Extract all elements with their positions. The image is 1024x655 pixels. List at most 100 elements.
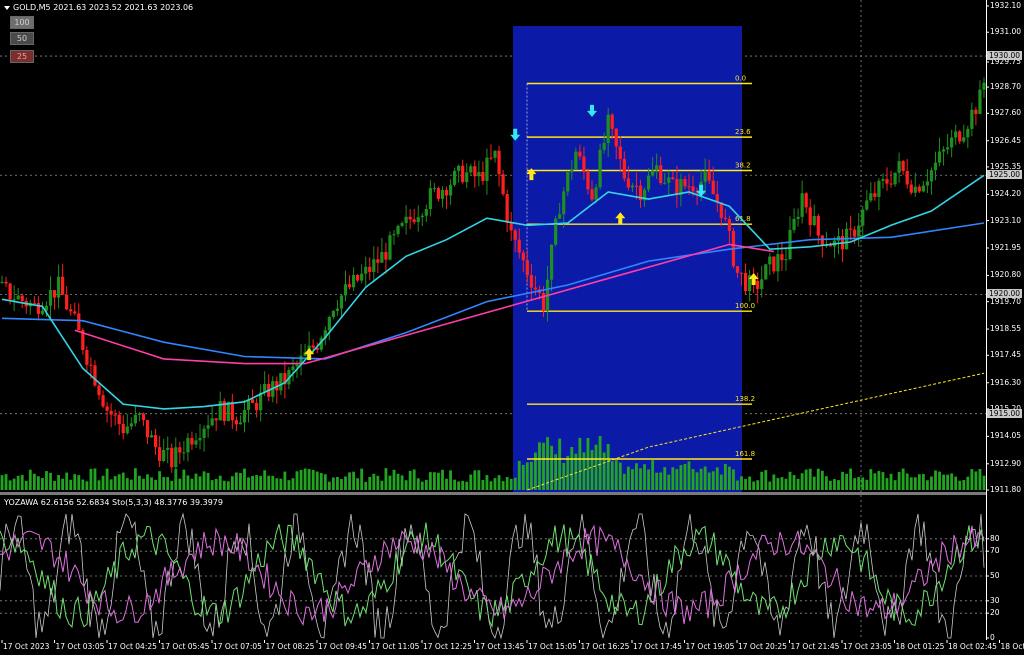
volume-bar (736, 480, 739, 490)
bear-candle (525, 260, 529, 276)
volume-bar (432, 472, 436, 490)
volume-bar (954, 476, 958, 490)
volume-bar (570, 446, 574, 490)
volume-bar (222, 480, 226, 490)
bull-candle (388, 235, 392, 260)
volume-bar (481, 479, 485, 490)
volume-bar (190, 478, 194, 490)
volume-bar (206, 472, 210, 490)
bull-candle (598, 149, 602, 188)
bear-candle (141, 413, 146, 421)
bear-candle (158, 447, 162, 462)
bear-candle (117, 414, 121, 424)
volume-bar (372, 473, 376, 490)
bull-candle (549, 244, 554, 280)
volume-bar (659, 472, 663, 490)
dropdown-triangle-icon[interactable] (4, 5, 10, 10)
volume-bar (142, 478, 145, 490)
bull-candle (663, 182, 667, 184)
bear-candle (756, 280, 760, 290)
bull-candle (921, 185, 925, 192)
volume-bar (416, 478, 420, 490)
volume-bar (469, 474, 473, 490)
bear-candle (85, 350, 89, 365)
oscillator-tick-label: 30 (990, 595, 1000, 605)
volume-bar (319, 473, 323, 490)
bear-candle (533, 287, 538, 290)
volume-bar (800, 473, 804, 490)
volume-bar (744, 478, 747, 490)
volume-bar (521, 464, 525, 490)
volume-bar (772, 474, 776, 490)
time-tick-label: 18 Oct 02:45 (948, 642, 997, 651)
bull-candle (162, 449, 166, 462)
volume-bar (162, 477, 166, 490)
volume-bar (340, 478, 343, 490)
bull-candle (48, 290, 53, 306)
time-tick-label: 17 Oct 2023 (3, 642, 50, 651)
volume-bar (303, 468, 307, 490)
bull-candle (452, 170, 457, 185)
bull-candle (380, 251, 384, 263)
bull-candle (210, 418, 214, 426)
volume-bar (166, 477, 170, 490)
bull-candle (877, 180, 881, 197)
bear-candle (974, 109, 978, 115)
bull-candle (404, 216, 408, 224)
volume-bar (917, 474, 921, 490)
volume-bar (938, 471, 941, 490)
pane-separator[interactable] (0, 492, 986, 495)
volume-bar (465, 481, 469, 490)
volume-bar (655, 472, 659, 490)
bear-candle (687, 186, 691, 188)
volume-bar (711, 471, 715, 490)
volume-bar (663, 467, 667, 490)
volume-bar (776, 478, 780, 490)
bear-candle (497, 150, 501, 175)
price-tick-label: 1923.10 (990, 215, 1022, 225)
price-chart[interactable]: 0.0 23.6 38.2 61.8 100.0 138.2 161.8 (0, 0, 1024, 655)
volume-bar (275, 478, 279, 490)
volume-bar (683, 463, 687, 490)
volume-bar (295, 471, 299, 490)
volume-bar (12, 478, 16, 490)
volume-bar (946, 474, 950, 490)
bear-candle (889, 183, 893, 185)
volume-bar (513, 477, 517, 490)
volume-bar (109, 479, 113, 490)
volume-bar (643, 464, 646, 490)
bull-candle (925, 181, 930, 186)
volume-bar (764, 470, 768, 490)
bull-candle (594, 187, 598, 200)
volume-bar (602, 452, 606, 490)
bull-candle (327, 317, 331, 331)
volume-bar (81, 479, 85, 490)
bear-candle (145, 420, 150, 438)
bear-candle (885, 179, 889, 184)
volume-bar (768, 481, 772, 490)
bear-candle (905, 170, 909, 185)
bear-candle (723, 217, 727, 219)
time-tick-label: 17 Oct 03:05 (55, 642, 105, 651)
bull-candle (343, 284, 348, 296)
zoom-100-button[interactable]: 100 (10, 16, 34, 29)
bull-candle (448, 184, 453, 196)
volume-bar (8, 480, 12, 490)
volume-bar (784, 478, 788, 490)
volume-bar (727, 466, 731, 490)
bear-candle (659, 165, 663, 184)
volume-bar (331, 477, 335, 490)
volume-bar (348, 472, 351, 490)
price-tick-label: 1926.45 (990, 135, 1022, 145)
bull-candle (788, 230, 792, 260)
ma-fast-line (1, 174, 985, 410)
zoom-25-button[interactable]: 25 (10, 50, 34, 63)
volume-bar (485, 475, 489, 490)
volume-bar (150, 477, 153, 490)
zoom-50-button[interactable]: 50 (10, 32, 34, 45)
moving-averages (1, 174, 985, 491)
volume-bar (20, 474, 24, 490)
volume-bar (154, 479, 157, 490)
stochastic-signal-line (0, 522, 985, 629)
volume-bar (841, 471, 844, 490)
